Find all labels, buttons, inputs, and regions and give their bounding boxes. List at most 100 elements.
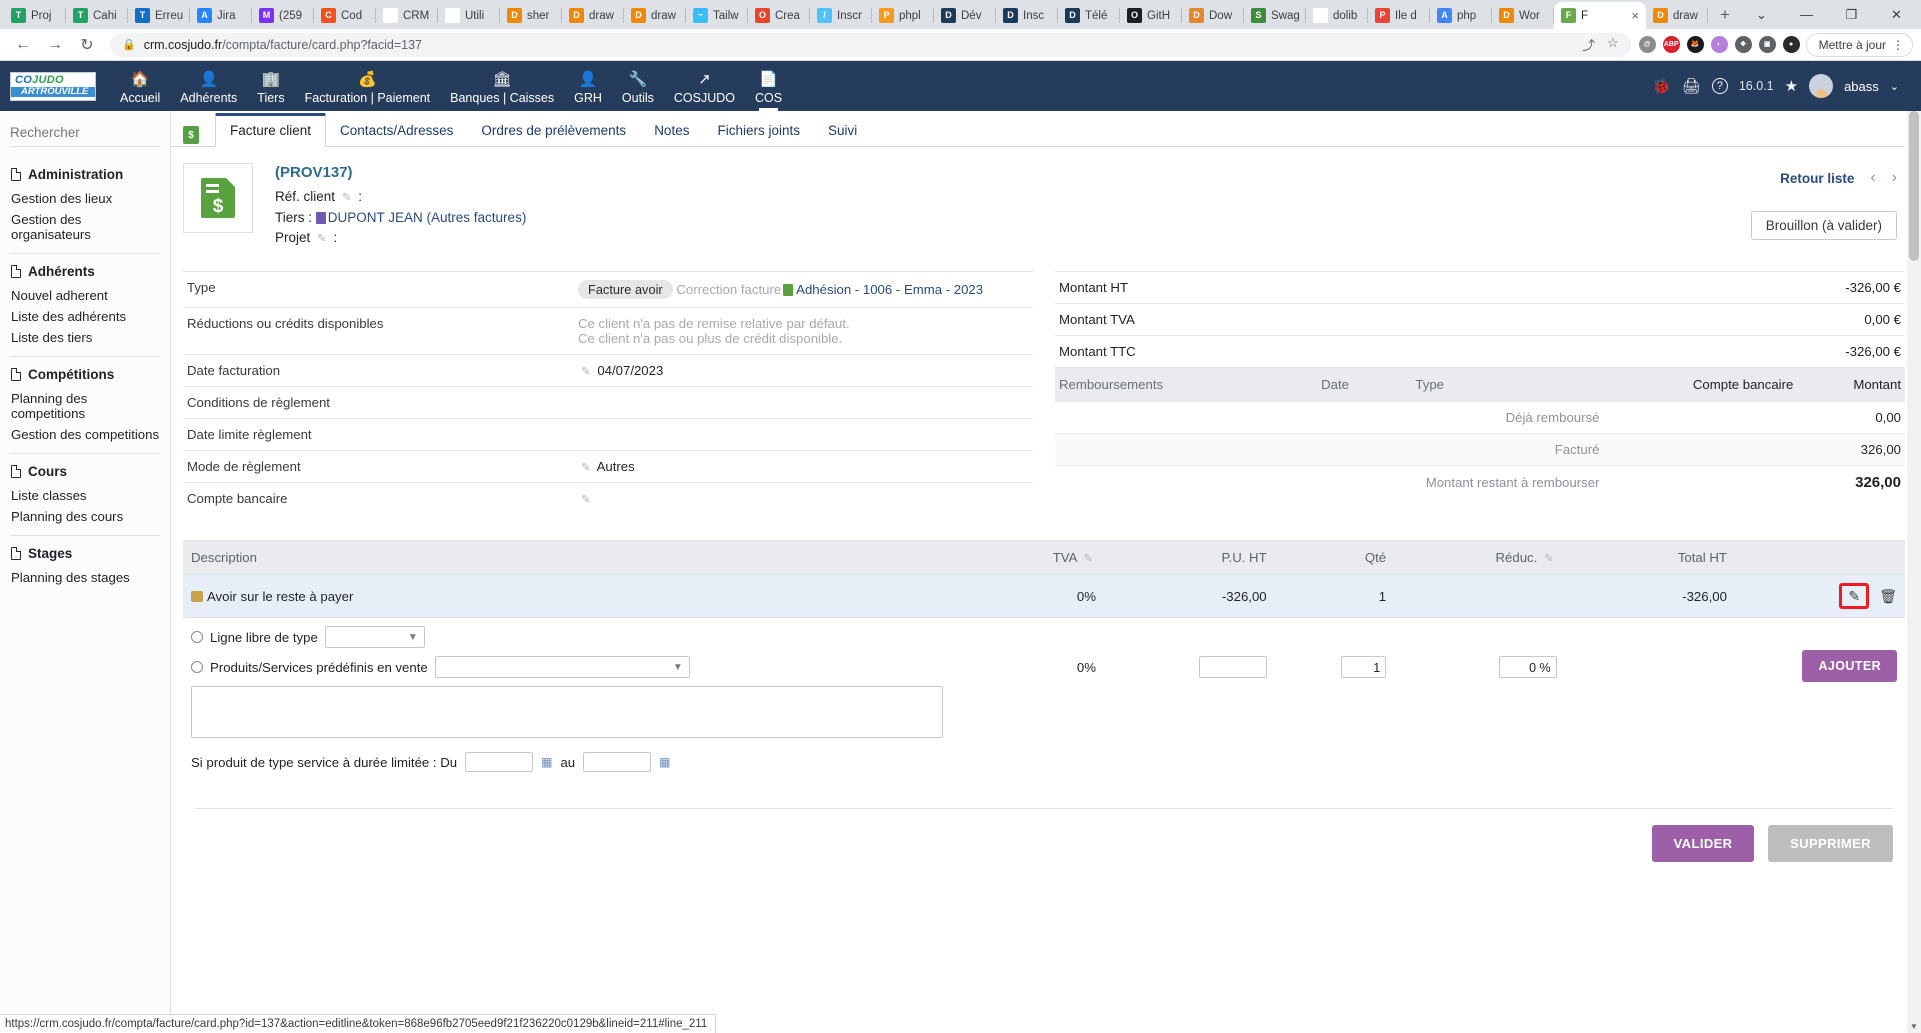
calendar-icon[interactable]: ▦ xyxy=(541,755,552,769)
browser-tab[interactable]: P Ile d xyxy=(1368,2,1430,29)
browser-tab[interactable]: T Erreu xyxy=(128,2,190,29)
sidebar-group-stages[interactable]: Stages xyxy=(10,540,160,567)
duration-to-input[interactable] xyxy=(583,752,652,772)
sidebar-item-liste-des-adh-rents[interactable]: Liste des adhérents xyxy=(10,306,160,327)
user-name[interactable]: abass xyxy=(1844,79,1879,94)
browser-tab[interactable]: Ddraw xyxy=(1646,2,1708,29)
profile-icon[interactable]: ● xyxy=(1782,36,1800,53)
scrollbar-thumb[interactable] xyxy=(1909,111,1919,261)
radio-produits-row[interactable]: Produits/Services prédéfinis en vente ▼ xyxy=(191,656,943,678)
tab-contacts-adresses[interactable]: Contacts/Adresses xyxy=(326,116,467,146)
previous-record-icon[interactable]: ‹ xyxy=(1870,169,1875,187)
correction-invoice-link[interactable]: Adhésion - 1006 - Emma - 2023 xyxy=(796,282,983,297)
address-bar[interactable]: 🔒 crm.cosjudo.fr/compta/facture/card.php… xyxy=(110,32,1631,57)
browser-tab[interactable]: O Crea xyxy=(748,2,810,29)
browser-tab[interactable]: ~ Tailw xyxy=(686,2,748,29)
sidebar-item-nouvel-adherent[interactable]: Nouvel adherent xyxy=(10,285,160,306)
supprimer-button[interactable]: SUPPRIMER xyxy=(1768,825,1893,862)
pencil-icon[interactable]: ✎ xyxy=(342,192,352,204)
browser-tab[interactable]: D Télé xyxy=(1058,2,1120,29)
reload-icon[interactable]: ↻ xyxy=(72,30,102,60)
new-tab-button[interactable]: + xyxy=(1711,1,1739,29)
puzzle-icon[interactable]: ❖ xyxy=(1734,36,1752,53)
menu-item-cos[interactable]: 📄 COS xyxy=(745,61,792,111)
sidebar-group-adhérents[interactable]: Adhérents xyxy=(10,258,160,285)
browser-tab[interactable]: Ddraw xyxy=(562,2,624,29)
valider-button[interactable]: VALIDER xyxy=(1651,825,1755,862)
bug-icon[interactable]: 🐞 xyxy=(1652,77,1671,95)
app-logo[interactable]: COJUDO ARTROUVILLE xyxy=(10,71,96,101)
browser-tab[interactable]: S Swag xyxy=(1244,2,1306,29)
add-line-reduc-input[interactable]: 0 % xyxy=(1498,656,1557,678)
menu-item-adh-rents[interactable]: 👤 Adhérents xyxy=(170,61,247,111)
tiers-link[interactable]: DUPONT JEAN (Autres factures) xyxy=(328,210,527,225)
browser-tab[interactable]: D Dév xyxy=(934,2,996,29)
pencil-icon[interactable]: ✎ xyxy=(317,233,327,245)
kebab-menu-icon[interactable]: ⋮ xyxy=(1892,38,1904,52)
sidebar-item-liste-des-tiers[interactable]: Liste des tiers xyxy=(10,327,160,348)
browser-tab[interactable]: D Dow xyxy=(1182,2,1244,29)
browser-tab[interactable]: / Inscr xyxy=(810,2,872,29)
scroll-down-icon[interactable]: ▼ xyxy=(1910,1022,1918,1031)
print-icon[interactable]: 🖨 xyxy=(1682,77,1701,95)
tab-notes[interactable]: Notes xyxy=(640,116,703,146)
sidebar-group-administration[interactable]: Administration xyxy=(10,161,160,188)
radio-produits-predefinis[interactable] xyxy=(191,661,203,673)
avatar[interactable] xyxy=(1809,74,1834,98)
browser-tab[interactable]: Dsher xyxy=(500,2,562,29)
pencil-icon[interactable]: ✎ xyxy=(581,494,591,506)
sidebar-group-compétitions[interactable]: Compétitions xyxy=(10,361,160,388)
sidebar-group-cours[interactable]: Cours xyxy=(10,458,160,485)
tab-ordres-de-pr-l-vements[interactable]: Ordres de prélèvements xyxy=(467,116,640,146)
browser-tab[interactable]: Pphpl xyxy=(872,2,934,29)
pencil-icon[interactable]: ✎ xyxy=(581,462,591,474)
bookmark-star-icon[interactable]: ☆ xyxy=(1607,35,1619,54)
browser-tab[interactable]: K CRM xyxy=(376,2,438,29)
sidepanel-icon[interactable]: ▣ xyxy=(1758,36,1776,53)
help-icon[interactable]: ? xyxy=(1711,78,1728,94)
browser-tab[interactable]: Aphp xyxy=(1430,2,1492,29)
sidebar-item-gestion-des-organisateurs[interactable]: Gestion des organisateurs xyxy=(10,209,160,245)
tab-facture-client[interactable]: Facture client xyxy=(215,113,327,147)
retour-liste-link[interactable]: Retour liste xyxy=(1780,171,1854,186)
sidebar-item-planning-des-competitions[interactable]: Planning des competitions xyxy=(10,388,160,424)
menu-item-facturation-paiement[interactable]: 💰 Facturation | Paiement xyxy=(295,61,441,111)
browser-tab[interactable]: Ddraw xyxy=(624,2,686,29)
tab-suivi[interactable]: Suivi xyxy=(814,116,871,146)
menu-item-cosjudo[interactable]: ↗ COSJUDO xyxy=(664,61,745,111)
pencil-icon[interactable]: ✎ xyxy=(1083,553,1093,565)
close-tab-icon[interactable]: × xyxy=(1631,9,1639,22)
delete-line-icon[interactable]: 🗑 xyxy=(1879,588,1897,604)
menu-item-accueil[interactable]: 🏠 Accueil xyxy=(110,61,170,111)
page-scrollbar[interactable]: ▲ ▼ xyxy=(1907,111,1921,1033)
menu-item-tiers[interactable]: 🏢 Tiers xyxy=(247,61,294,111)
maximize-icon[interactable]: ❐ xyxy=(1829,0,1874,29)
pencil-icon[interactable]: ✎ xyxy=(1544,553,1554,565)
menu-item-banques-caisses[interactable]: 🏛 Banques | Caisses xyxy=(440,61,564,111)
share-icon[interactable]: ⤴ xyxy=(1582,35,1595,54)
browser-tab[interactable]: C Cod xyxy=(314,2,376,29)
adblock-icon[interactable]: ABP xyxy=(1662,36,1680,53)
calendar-icon[interactable]: ▦ xyxy=(659,755,670,769)
pocket-icon[interactable]: @ xyxy=(1638,36,1656,53)
browser-tab[interactable]: Gdolib xyxy=(1306,2,1368,29)
edit-line-highlight[interactable]: ✎ xyxy=(1839,583,1870,609)
produits-select[interactable]: ▼ xyxy=(434,656,690,678)
browser-tab[interactable]: O GitH xyxy=(1120,2,1182,29)
user-menu-chevron-icon[interactable]: ⌄ xyxy=(1890,80,1899,93)
next-record-icon[interactable]: › xyxy=(1892,169,1897,187)
browser-tab[interactable]: D Insc xyxy=(996,2,1058,29)
tab-search-chevron-icon[interactable]: ⌄ xyxy=(1739,0,1784,29)
close-window-icon[interactable]: ✕ xyxy=(1874,0,1919,29)
ajouter-button[interactable]: AJOUTER xyxy=(1802,650,1897,682)
update-button[interactable]: Mettre à jour ⋮ xyxy=(1805,32,1913,57)
menu-item-outils[interactable]: 🔧 Outils xyxy=(612,61,664,111)
browser-tab[interactable]: A Jira xyxy=(190,2,252,29)
sidebar-item-planning-des-stages[interactable]: Planning des stages xyxy=(10,567,160,588)
back-icon[interactable]: ← xyxy=(8,30,38,60)
sidebar-item-gestion-des-lieux[interactable]: Gestion des lieux xyxy=(10,188,160,209)
search-input[interactable] xyxy=(10,123,187,142)
favorite-star-icon[interactable]: ★ xyxy=(1785,77,1798,95)
sidebar-item-gestion-des-competitions[interactable]: Gestion des competitions xyxy=(10,424,160,445)
radio-ligne-libre[interactable] xyxy=(191,631,203,643)
